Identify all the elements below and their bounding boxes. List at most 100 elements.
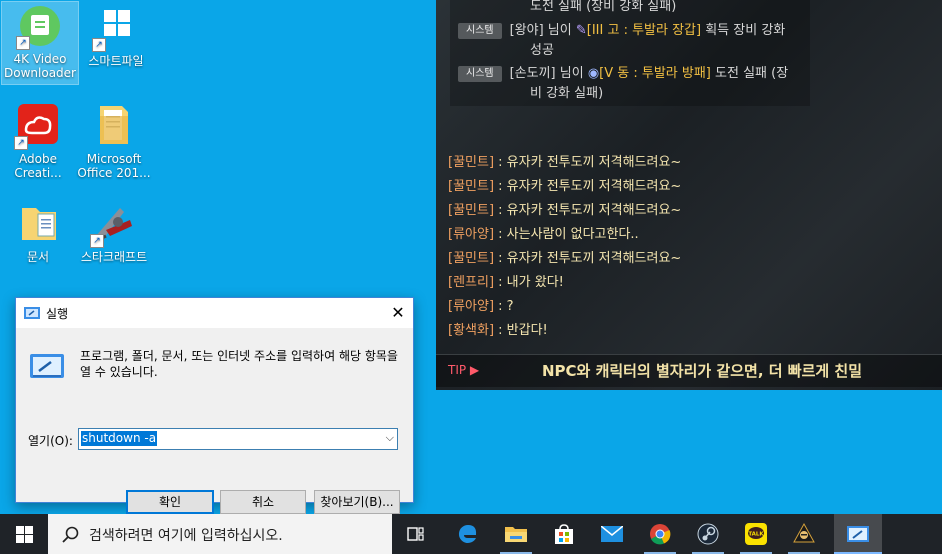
chat-line: [류아양] : 사는사람이 없다고한다.. [448, 225, 639, 245]
run-dialog-body: 프로그램, 폴더, 문서, 또는 인터넷 주소를 입력하여 해당 항목을 열 수… [16, 328, 413, 514]
taskbar-task-view[interactable] [392, 514, 440, 554]
system-message-text: [왕야] 님이 [509, 23, 576, 38]
taskbar-mail[interactable] [588, 514, 636, 554]
system-message-text: 도전 실패 (장비 강화 실패) [530, 0, 677, 14]
system-message-text: [손도끼] 님이 [509, 66, 588, 81]
mail-icon [601, 526, 623, 542]
shortcut-arrow-icon: ↗ [92, 38, 106, 52]
run-large-icon [30, 352, 64, 383]
item-link[interactable]: [V 동 : 투발라 방패] [599, 66, 711, 81]
system-message-continuation: 성공 [530, 43, 554, 58]
chat-message: : 내가 왔다! [494, 275, 564, 290]
system-message-line: 시스템 [손도끼] 님이 ◉[V 동 : 투발라 방패] 도전 실패 (장 [458, 63, 808, 85]
taskbar-kakaotalk[interactable]: TALK [732, 514, 780, 554]
4k-video-downloader-icon: ↗ [16, 2, 64, 50]
desktop-icon-label: 스마트파일 [88, 54, 144, 68]
cancel-button[interactable]: 취소 [220, 490, 306, 514]
run-icon [847, 526, 869, 542]
chat-username[interactable]: [류아양] [448, 227, 494, 242]
open-label: 열기(O): [28, 434, 73, 448]
chat-message: : 유자카 전투도끼 저격해드려요~ [494, 179, 682, 194]
chat-message: : 유자카 전투도끼 저격해드려요~ [494, 251, 682, 266]
close-button[interactable]: ✕ [385, 300, 411, 326]
chat-username[interactable]: [꿀민트] [448, 179, 494, 194]
shortcut-arrow-icon: ↗ [14, 136, 28, 150]
desktop-icon-label: Adobe Creati... [14, 152, 62, 180]
desktop-icon-starcraft[interactable]: ↗ 스타크래프트 [76, 200, 152, 264]
folder-icon [90, 102, 138, 150]
starcraft-icon: ↗ [90, 200, 138, 248]
system-message-line: 시스템 [왕야] 님이 ✎[III 고 : 투발라 장갑] 획득 장비 강화 [458, 20, 808, 42]
ok-button[interactable]: 확인 [126, 490, 214, 514]
taskbar-chrome[interactable] [636, 514, 684, 554]
system-badge: 시스템 [458, 65, 502, 82]
search-icon [62, 526, 79, 543]
desktop: ↗ 4K Video Downloader ↗ 스마트파일 ↗ Adobe Cr… [0, 0, 942, 514]
windows-start-icon [16, 526, 33, 543]
system-message-text: 획득 장비 강화 [701, 23, 786, 38]
chat-username[interactable]: [렌프리] [448, 275, 494, 290]
run-dialog-title: 실행 [46, 307, 69, 321]
taskbar-search-box[interactable]: 검색하려면 여기에 입력하십시오. [48, 514, 392, 554]
run-dialog: 실행 ✕ 프로그램, 폴더, 문서, 또는 인터넷 주소를 입력하여 해당 항목… [15, 297, 414, 514]
folder-icon [505, 527, 527, 542]
desktop-icon-microsoft-office[interactable]: Microsoft Office 201... [76, 102, 152, 180]
chat-line: [황색화] : 반갑다! [448, 321, 548, 341]
svg-text:TALK: TALK [748, 532, 764, 538]
start-button[interactable] [0, 514, 48, 554]
search-placeholder: 검색하려면 여기에 입력하십시오. [89, 528, 283, 544]
adobe-creative-cloud-icon: ↗ [14, 102, 62, 150]
windows-logo-icon: ↗ [92, 4, 140, 52]
chat-line: [꿀민트] : 유자카 전투도끼 저격해드려요~ [448, 153, 681, 173]
desktop-icon-adobe-creative-cloud[interactable]: ↗ Adobe Creati... [0, 102, 76, 180]
run-dialog-titlebar[interactable]: 실행 ✕ [16, 298, 413, 328]
store-icon [555, 524, 573, 544]
taskbar-steam[interactable] [684, 514, 732, 554]
desktop-icon-label: 4K Video Downloader [4, 52, 76, 80]
chrome-icon [650, 524, 671, 545]
chat-username[interactable]: [꿀민트] [448, 203, 494, 218]
run-app-icon [24, 306, 40, 323]
chat-message: : 사는사람이 없다고한다.. [494, 227, 639, 242]
documents-folder-icon [14, 200, 62, 248]
taskbar-run[interactable] [834, 514, 882, 554]
chat-line: [류아양] : ? [448, 297, 514, 317]
chat-line: [꿀민트] : 유자카 전투도끼 저격해드려요~ [448, 177, 681, 197]
system-message-line: 도전 실패 (장비 강화 실패) [530, 0, 880, 18]
desktop-icon-4k-video-downloader[interactable]: ↗ 4K Video Downloader [1, 1, 79, 85]
tip-bar: TIP ▶ NPC와 캐릭터의 별자리가 같으면, 더 빠르게 친밀 [436, 354, 942, 387]
system-message-box: 도전 실패 (장비 강화 실패) 시스템 [왕야] 님이 ✎[III 고 : 투발… [450, 0, 810, 106]
system-message-text: 도전 실패 (장 [710, 66, 789, 81]
open-combobox[interactable]: shutdown -a ⌵ [78, 428, 398, 450]
browse-button[interactable]: 찾아보기(B)... [314, 490, 400, 514]
shortcut-arrow-icon: ↗ [16, 36, 30, 50]
desktop-icon-smartfile[interactable]: ↗ 스마트파일 [78, 4, 154, 68]
open-input[interactable]: shutdown -a [81, 431, 158, 446]
taskbar-game-client[interactable] [780, 514, 828, 554]
tip-text: NPC와 캐릭터의 별자리가 같으면, 더 빠르게 친밀 [542, 362, 862, 380]
kakaotalk-icon: TALK [745, 523, 767, 545]
taskbar-edge[interactable] [444, 514, 492, 554]
chat-message: : 반갑다! [494, 323, 548, 338]
chat-username[interactable]: [꿀민트] [448, 155, 494, 170]
game-chat-window: 도전 실패 (장비 강화 실패) 시스템 [왕야] 님이 ✎[III 고 : 투발… [436, 0, 942, 390]
chat-message: : 유자카 전투도끼 저격해드려요~ [494, 155, 682, 170]
edge-icon [458, 524, 477, 543]
task-view-icon [407, 527, 424, 541]
chevron-down-icon[interactable]: ⌵ [386, 431, 394, 445]
system-badge: 시스템 [458, 22, 502, 39]
close-icon: ✕ [391, 303, 405, 322]
shortcut-arrow-icon: ↗ [90, 234, 104, 248]
item-link[interactable]: [III 고 : 투발라 장갑] [587, 23, 701, 38]
system-message-continuation: 비 강화 실패) [530, 86, 604, 101]
chat-username[interactable]: [류아양] [448, 299, 494, 314]
game-character-icon [793, 522, 815, 543]
taskbar: 검색하려면 여기에 입력하십시오. TALK [0, 514, 942, 554]
chat-username[interactable]: [황색화] [448, 323, 494, 338]
taskbar-file-explorer[interactable] [492, 514, 540, 554]
chat-username[interactable]: [꿀민트] [448, 251, 494, 266]
item-link-icon: ◉ [587, 66, 600, 81]
taskbar-store[interactable] [540, 514, 588, 554]
chat-message: : ? [494, 299, 514, 314]
desktop-icon-documents[interactable]: 문서 [0, 200, 76, 264]
